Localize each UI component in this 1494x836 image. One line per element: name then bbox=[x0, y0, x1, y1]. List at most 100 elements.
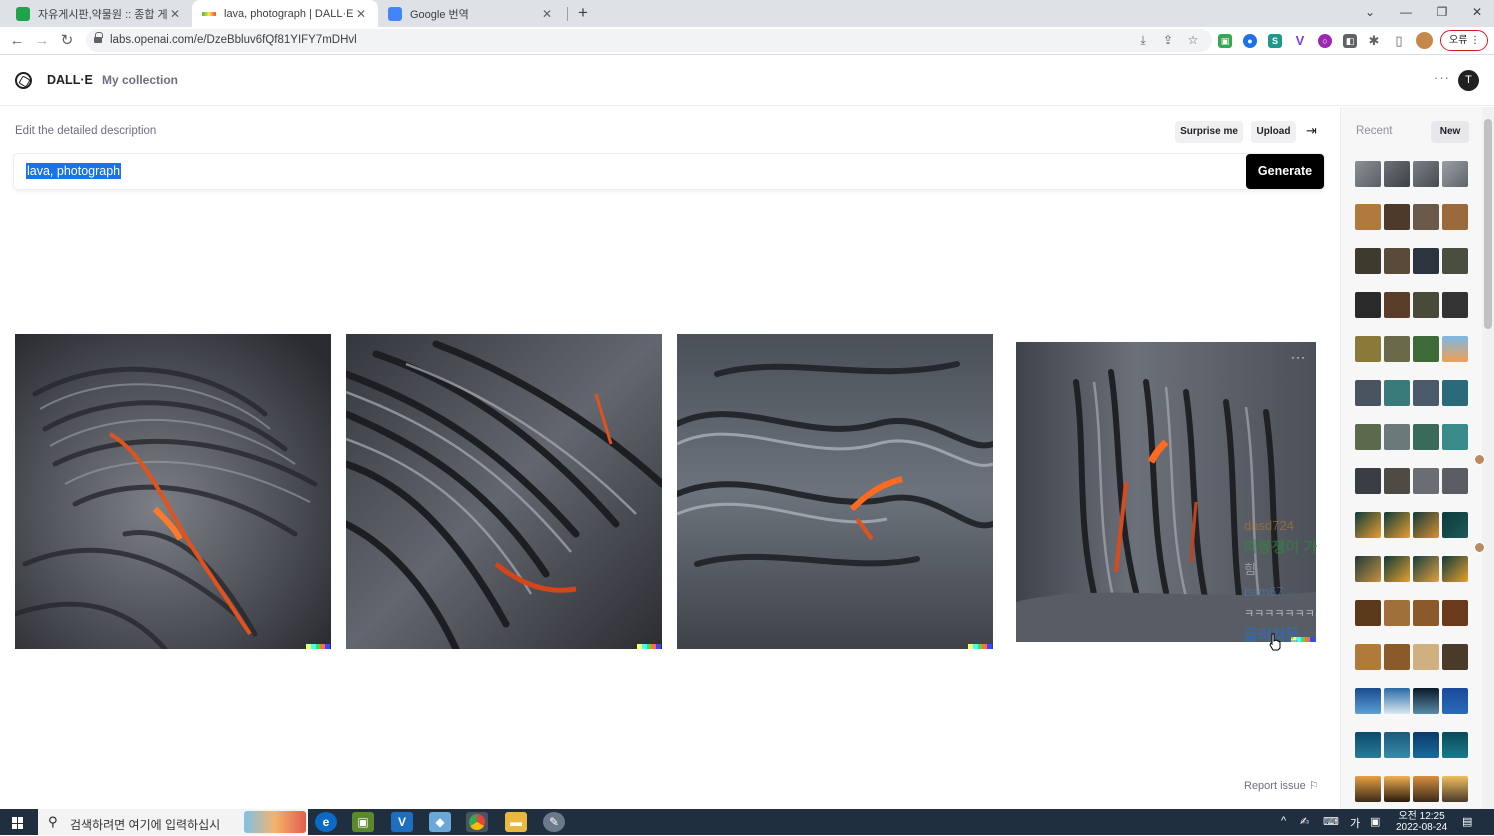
network-icon[interactable]: ▣ bbox=[1370, 815, 1380, 828]
paint-icon[interactable]: ✎ bbox=[543, 812, 565, 832]
recent-thumbnail[interactable] bbox=[1384, 468, 1410, 494]
recent-thumbnail[interactable] bbox=[1442, 512, 1468, 538]
recent-thumbnail[interactable] bbox=[1413, 424, 1439, 450]
tab-google-translate[interactable]: Google 번역 ✕ bbox=[378, 0, 564, 27]
collapse-sidebar-icon[interactable]: ⇥ bbox=[1306, 123, 1317, 139]
nav-my-collection[interactable]: My collection bbox=[102, 73, 178, 87]
recent-thumbnail[interactable] bbox=[1413, 600, 1439, 626]
recent-thumbnail[interactable] bbox=[1442, 380, 1468, 406]
recent-thumbnail[interactable] bbox=[1442, 204, 1468, 230]
recent-thumbnail[interactable] bbox=[1442, 556, 1468, 582]
share-icon[interactable]: ⇪ bbox=[1161, 33, 1175, 47]
forward-arrow-icon[interactable]: → bbox=[31, 30, 53, 52]
recent-thumbnail[interactable] bbox=[1442, 336, 1468, 362]
recent-thumbnail[interactable] bbox=[1355, 204, 1381, 230]
recent-thumbnail[interactable] bbox=[1442, 644, 1468, 670]
recent-thumbnail[interactable] bbox=[1413, 380, 1439, 406]
bookmark-star-icon[interactable]: ☆ bbox=[1186, 33, 1200, 47]
recent-thumbnail[interactable] bbox=[1413, 556, 1439, 582]
recent-thumbnail[interactable] bbox=[1384, 556, 1410, 582]
extension-s-icon[interactable]: S bbox=[1268, 34, 1282, 48]
ime-indicator[interactable]: 가 bbox=[1350, 815, 1360, 831]
recent-thumbnail[interactable] bbox=[1413, 512, 1439, 538]
recent-thumbnail[interactable] bbox=[1442, 732, 1468, 758]
recent-thumbnail[interactable] bbox=[1355, 468, 1381, 494]
recent-thumbnail[interactable] bbox=[1413, 776, 1439, 802]
recent-thumbnail[interactable] bbox=[1413, 732, 1439, 758]
recent-thumbnail[interactable] bbox=[1413, 204, 1439, 230]
notes-icon[interactable]: ◆ bbox=[429, 812, 451, 832]
back-arrow-icon[interactable]: ← bbox=[6, 30, 28, 52]
recent-thumbnail[interactable] bbox=[1413, 688, 1439, 714]
extension-dark-icon[interactable]: ◧ bbox=[1343, 34, 1357, 48]
recent-thumbnail[interactable] bbox=[1442, 248, 1468, 274]
more-options-icon[interactable]: ··· bbox=[1434, 70, 1450, 85]
image-options-icon[interactable]: ··· bbox=[1291, 350, 1306, 364]
recent-thumbnail[interactable] bbox=[1384, 600, 1410, 626]
notification-icon[interactable]: ▤ bbox=[1462, 815, 1472, 828]
tab-search-chevron-icon[interactable]: ⌄ bbox=[1352, 0, 1388, 27]
close-icon[interactable]: ✕ bbox=[168, 7, 182, 21]
recent-thumbnail[interactable] bbox=[1384, 776, 1410, 802]
close-icon[interactable]: ✕ bbox=[540, 7, 554, 21]
recent-thumbnail[interactable] bbox=[1384, 644, 1410, 670]
recent-thumbnail[interactable] bbox=[1384, 380, 1410, 406]
minimize-icon[interactable]: — bbox=[1388, 0, 1424, 27]
url-text[interactable]: labs.openai.com/e/DzeBbluv6fQf81YIFY7mDH… bbox=[110, 34, 357, 46]
error-badge-button[interactable]: 오류 ⋮ bbox=[1440, 30, 1488, 51]
prompt-input[interactable]: lava, photograph Generate bbox=[14, 154, 1324, 189]
recent-thumbnail[interactable] bbox=[1355, 688, 1381, 714]
new-button[interactable]: New bbox=[1431, 121, 1469, 143]
maximize-icon[interactable]: ❐ bbox=[1424, 0, 1460, 27]
recent-thumbnail[interactable] bbox=[1355, 248, 1381, 274]
recent-thumbnail[interactable] bbox=[1355, 336, 1381, 362]
chrome-icon[interactable] bbox=[466, 812, 488, 832]
extension-purple-icon[interactable]: ○ bbox=[1318, 34, 1332, 48]
recent-thumbnail[interactable] bbox=[1355, 161, 1381, 187]
report-issue-link[interactable]: Report issue ⚐ bbox=[1244, 779, 1319, 792]
vscode-v-icon[interactable]: V bbox=[391, 812, 413, 832]
openai-logo-icon[interactable] bbox=[15, 72, 32, 89]
recent-thumbnail[interactable] bbox=[1355, 600, 1381, 626]
new-tab-button[interactable]: + bbox=[574, 3, 592, 23]
extension-v-icon[interactable]: V bbox=[1293, 34, 1307, 48]
recent-thumbnail[interactable] bbox=[1442, 688, 1468, 714]
minecraft-icon[interactable]: ▣ bbox=[352, 812, 374, 832]
recent-thumbnail[interactable] bbox=[1442, 776, 1468, 802]
recent-thumbnail[interactable] bbox=[1413, 292, 1439, 318]
recent-thumbnail[interactable] bbox=[1355, 424, 1381, 450]
window-close-icon[interactable]: ✕ bbox=[1459, 0, 1494, 27]
scrollbar-thumb[interactable] bbox=[1484, 119, 1492, 329]
taskbar-search[interactable]: ⚲ 검색하려면 여기에 입력하십시 bbox=[38, 809, 308, 835]
recent-thumbnail[interactable] bbox=[1384, 424, 1410, 450]
side-panel-icon[interactable]: ▯ bbox=[1392, 34, 1406, 48]
pen-icon[interactable]: ✍ bbox=[1300, 815, 1309, 828]
recent-thumbnail[interactable] bbox=[1442, 161, 1468, 187]
taskbar-clock[interactable]: 오전 12:25 2022-08-24 bbox=[1396, 811, 1447, 833]
recent-thumbnail[interactable] bbox=[1384, 688, 1410, 714]
extension-green-icon[interactable]: ▣ bbox=[1218, 34, 1232, 48]
file-explorer-icon[interactable]: ▬ bbox=[505, 812, 527, 832]
edge-icon[interactable]: e bbox=[315, 812, 337, 832]
install-icon[interactable]: ⤓ bbox=[1136, 33, 1150, 47]
extensions-puzzle-icon[interactable]: ✱ bbox=[1367, 34, 1381, 48]
generate-button[interactable]: Generate bbox=[1246, 154, 1324, 189]
recent-thumbnail[interactable] bbox=[1413, 468, 1439, 494]
generated-image-3[interactable] bbox=[677, 334, 993, 649]
recent-thumbnail[interactable] bbox=[1442, 424, 1468, 450]
recent-thumbnail[interactable] bbox=[1355, 512, 1381, 538]
tab-forum[interactable]: 자유게시판,약물원 :: 종합 게 ✕ bbox=[6, 0, 192, 27]
recent-thumbnail[interactable] bbox=[1384, 292, 1410, 318]
recent-thumbnail[interactable] bbox=[1413, 336, 1439, 362]
extension-blue-icon[interactable]: ● bbox=[1243, 34, 1257, 48]
generated-image-2[interactable] bbox=[346, 334, 662, 649]
close-icon[interactable]: ✕ bbox=[354, 7, 368, 21]
recent-thumbnail[interactable] bbox=[1384, 248, 1410, 274]
recent-thumbnail[interactable] bbox=[1384, 732, 1410, 758]
recent-thumbnail[interactable] bbox=[1355, 380, 1381, 406]
recent-thumbnail[interactable] bbox=[1355, 292, 1381, 318]
windows-start-icon[interactable] bbox=[12, 817, 24, 829]
tray-chevron-icon[interactable]: ^ bbox=[1281, 815, 1286, 827]
recent-thumbnail[interactable] bbox=[1413, 248, 1439, 274]
recent-thumbnail[interactable] bbox=[1355, 556, 1381, 582]
